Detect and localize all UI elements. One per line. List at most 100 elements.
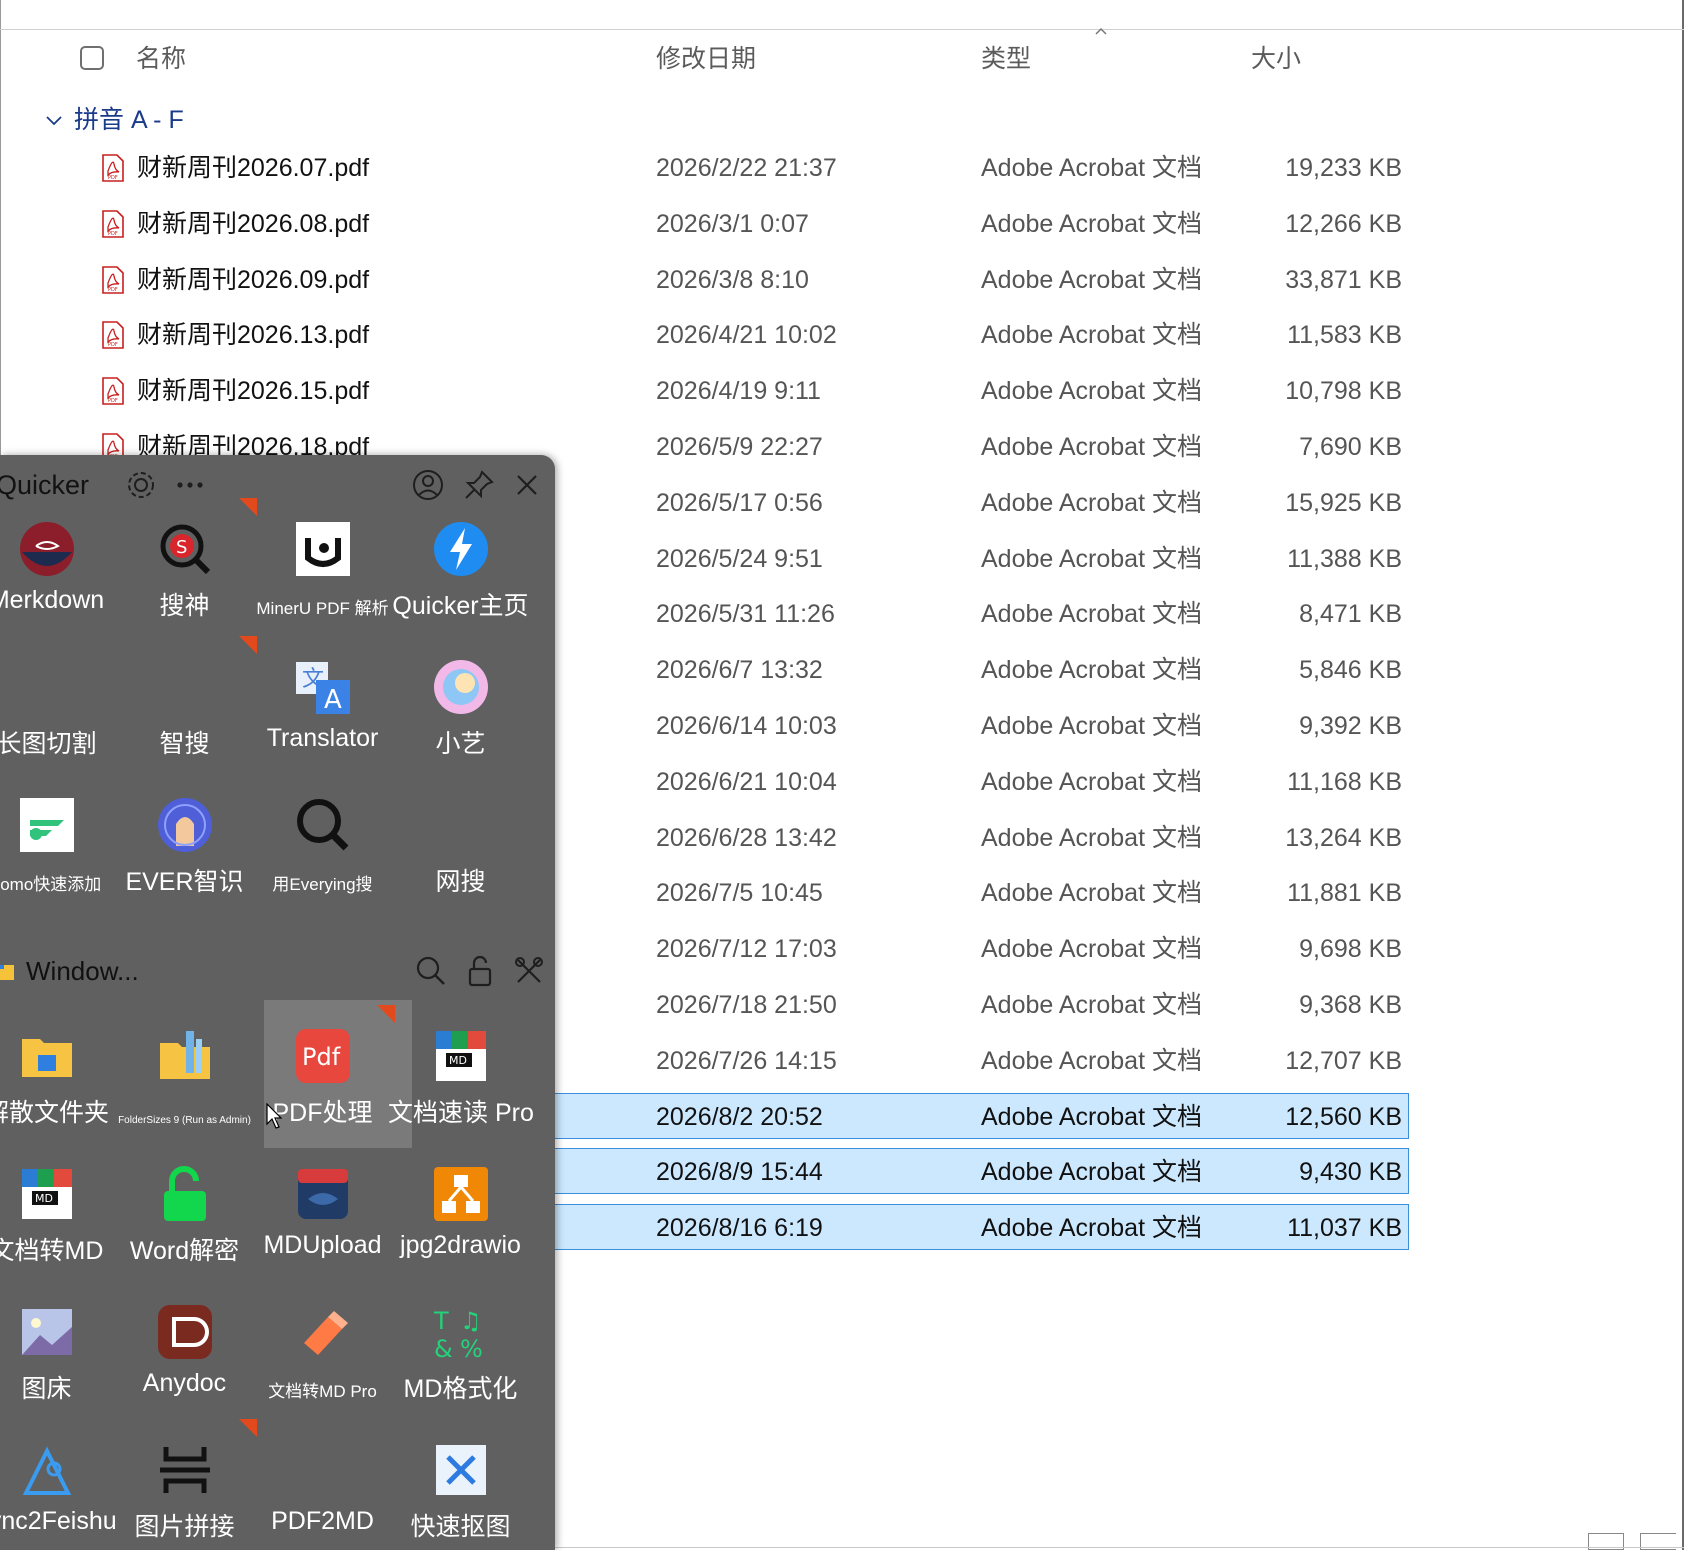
- column-header-name[interactable]: 名称: [136, 38, 186, 80]
- unlock-icon[interactable]: [463, 954, 497, 988]
- word-decrypt-icon: [164, 1166, 206, 1221]
- pin-icon[interactable]: [462, 468, 496, 502]
- svg-text:♫: ♫: [460, 1307, 482, 1335]
- tile-label: Anydoc: [142, 1369, 227, 1397]
- doc-quickread-icon: MD: [436, 1031, 486, 1081]
- mineru-icon: [296, 522, 350, 576]
- close-icon[interactable]: [510, 468, 544, 502]
- quicker-panel: Quicker Merkdown S 搜神 MinerU PDF 解析 Quicker主…: [0, 455, 555, 1550]
- action-tile[interactable]: EVER智识: [112, 774, 257, 919]
- md-format-icon: T ♫&%: [433, 1307, 483, 1361]
- file-size: 19,233 KB: [1285, 154, 1402, 182]
- file-name: 财新周刊2026.07.pdf: [137, 154, 370, 182]
- action-tile[interactable]: FolderSizes 9 (Run as Admin): [112, 1005, 257, 1150]
- action-tile[interactable]: Word解密: [112, 1143, 257, 1288]
- action-tile[interactable]: PDF2MD: [250, 1419, 395, 1550]
- action-tile[interactable]: 文 A Translator: [250, 636, 395, 781]
- file-date: 2026/3/8 8:10: [656, 266, 809, 294]
- action-tile[interactable]: 文档转MD Pro: [250, 1281, 395, 1426]
- file-row[interactable]: PDF 财新周刊2026.09.pdf 2026/3/8 8:10 Adobe Acr…: [0, 256, 1684, 304]
- action-tile[interactable]: 用Everying搜: [250, 774, 395, 919]
- file-date: 2026/5/31 11:26: [656, 600, 835, 628]
- file-date: 2026/7/18 21:50: [656, 991, 837, 1019]
- column-header-date[interactable]: 修改日期: [656, 38, 756, 80]
- svg-text:PDF: PDF: [108, 398, 118, 404]
- action-tile[interactable]: 网搜: [388, 774, 533, 919]
- group-header[interactable]: 拼音 A - F: [46, 100, 184, 140]
- file-size: 12,266 KB: [1285, 210, 1402, 238]
- file-date: 2026/5/9 22:27: [656, 433, 823, 461]
- file-date: 2026/2/22 21:37: [656, 154, 837, 182]
- action-tile[interactable]: 长图切割: [0, 636, 119, 781]
- action-tile[interactable]: T ♫ &% MD格式化: [388, 1281, 533, 1426]
- image-stitch-icon: [160, 1447, 210, 1493]
- tile-label: flomo快速添加: [0, 875, 102, 894]
- action-tile[interactable]: 快速抠图: [388, 1419, 533, 1550]
- file-date: 2026/8/2 20:52: [656, 1103, 823, 1131]
- select-all-checkbox[interactable]: [80, 46, 104, 70]
- action-tile[interactable]: Anydoc: [112, 1281, 257, 1426]
- merkdown-icon: [20, 522, 74, 576]
- file-date: 2026/6/14 10:03: [656, 712, 837, 740]
- action-tile[interactable]: jpg2drawio: [388, 1143, 533, 1288]
- action-tile[interactable]: 智搜: [112, 636, 257, 781]
- action-tile[interactable]: MDUpload: [250, 1143, 395, 1288]
- file-date: 2026/7/12 17:03: [656, 935, 837, 963]
- file-row[interactable]: PDF 财新周刊2026.13.pdf 2026/4/21 10:02 Adobe A…: [0, 311, 1684, 359]
- svg-text:PDF: PDF: [108, 287, 118, 293]
- action-tile[interactable]: MinerU PDF 解析: [250, 498, 395, 643]
- action-tile[interactable]: flomo快速添加: [0, 774, 119, 919]
- file-type: Adobe Acrobat 文档: [981, 154, 1202, 182]
- column-header-size[interactable]: 大小: [1251, 38, 1301, 80]
- folder-icon: [0, 965, 14, 980]
- more-icon[interactable]: [173, 468, 207, 502]
- tile-label: Quicker主页: [392, 592, 529, 620]
- tile-label: Translator: [266, 724, 379, 752]
- gear-icon[interactable]: [124, 468, 158, 502]
- search-icon[interactable]: [414, 954, 448, 988]
- file-type: Adobe Acrobat 文档: [981, 1103, 1202, 1131]
- action-tile[interactable]: 小艺: [388, 636, 533, 781]
- file-type: Adobe Acrobat 文档: [981, 1047, 1202, 1075]
- action-tile[interactable]: 图片拼接: [112, 1419, 257, 1550]
- tile-label: 文档转MD: [0, 1237, 104, 1265]
- window-section-bar: Window...: [0, 948, 555, 994]
- anydoc-icon: [158, 1305, 212, 1359]
- file-date: 2026/8/9 15:44: [656, 1158, 823, 1186]
- file-size: 9,430 KB: [1299, 1158, 1402, 1186]
- tile-label: MD格式化: [403, 1375, 518, 1403]
- file-row[interactable]: PDF 财新周刊2026.08.pdf 2026/3/1 0:07 Adobe Acr…: [0, 200, 1684, 248]
- flomo-icon: [20, 798, 74, 852]
- action-tile[interactable]: MD 文档转MD: [0, 1143, 119, 1288]
- file-size: 11,037 KB: [1287, 1214, 1402, 1242]
- action-tile[interactable]: MD 文档速读 Pro: [388, 1005, 534, 1150]
- action-tile[interactable]: Quicker主页: [388, 498, 533, 643]
- action-tile[interactable]: sync2Feishu: [0, 1419, 119, 1550]
- pdf2md-icon: [294, 1441, 352, 1499]
- action-tile[interactable]: Merkdown: [0, 498, 119, 643]
- user-icon[interactable]: [411, 468, 445, 502]
- svg-text:%: %: [460, 1335, 483, 1361]
- action-tile[interactable]: 图床: [0, 1281, 119, 1426]
- window-section-label[interactable]: Window...: [26, 948, 139, 994]
- doc-to-md-pro-icon: [304, 1311, 348, 1355]
- file-date: 2026/6/28 13:42: [656, 824, 837, 852]
- file-type: Adobe Acrobat 文档: [981, 991, 1202, 1019]
- tile-label: FolderSizes 9 (Run as Admin): [118, 1115, 251, 1126]
- tile-label: EVER智识: [125, 868, 244, 896]
- file-type: Adobe Acrobat 文档: [981, 656, 1202, 684]
- file-type: Adobe Acrobat 文档: [981, 600, 1202, 628]
- translator-icon: 文A: [296, 662, 350, 715]
- svg-text:A: A: [324, 685, 342, 715]
- file-row[interactable]: PDF 财新周刊2026.15.pdf 2026/4/19 9:11 Adobe Ac…: [0, 367, 1684, 415]
- file-date: 2026/4/19 9:11: [656, 377, 821, 405]
- mdupload-icon: [298, 1169, 348, 1219]
- action-tile[interactable]: 解散文件夹: [0, 1005, 119, 1150]
- column-header-type[interactable]: 类型: [981, 38, 1031, 80]
- action-tile[interactable]: S 搜神: [112, 498, 257, 643]
- file-size: 5,846 KB: [1299, 656, 1402, 684]
- chevron-down-icon: [46, 116, 62, 126]
- tools-icon[interactable]: [512, 954, 546, 988]
- file-date: 2026/8/16 6:19: [656, 1214, 823, 1242]
- file-row[interactable]: PDF 财新周刊2026.07.pdf 2026/2/22 21:37 Adobe A…: [0, 144, 1684, 192]
